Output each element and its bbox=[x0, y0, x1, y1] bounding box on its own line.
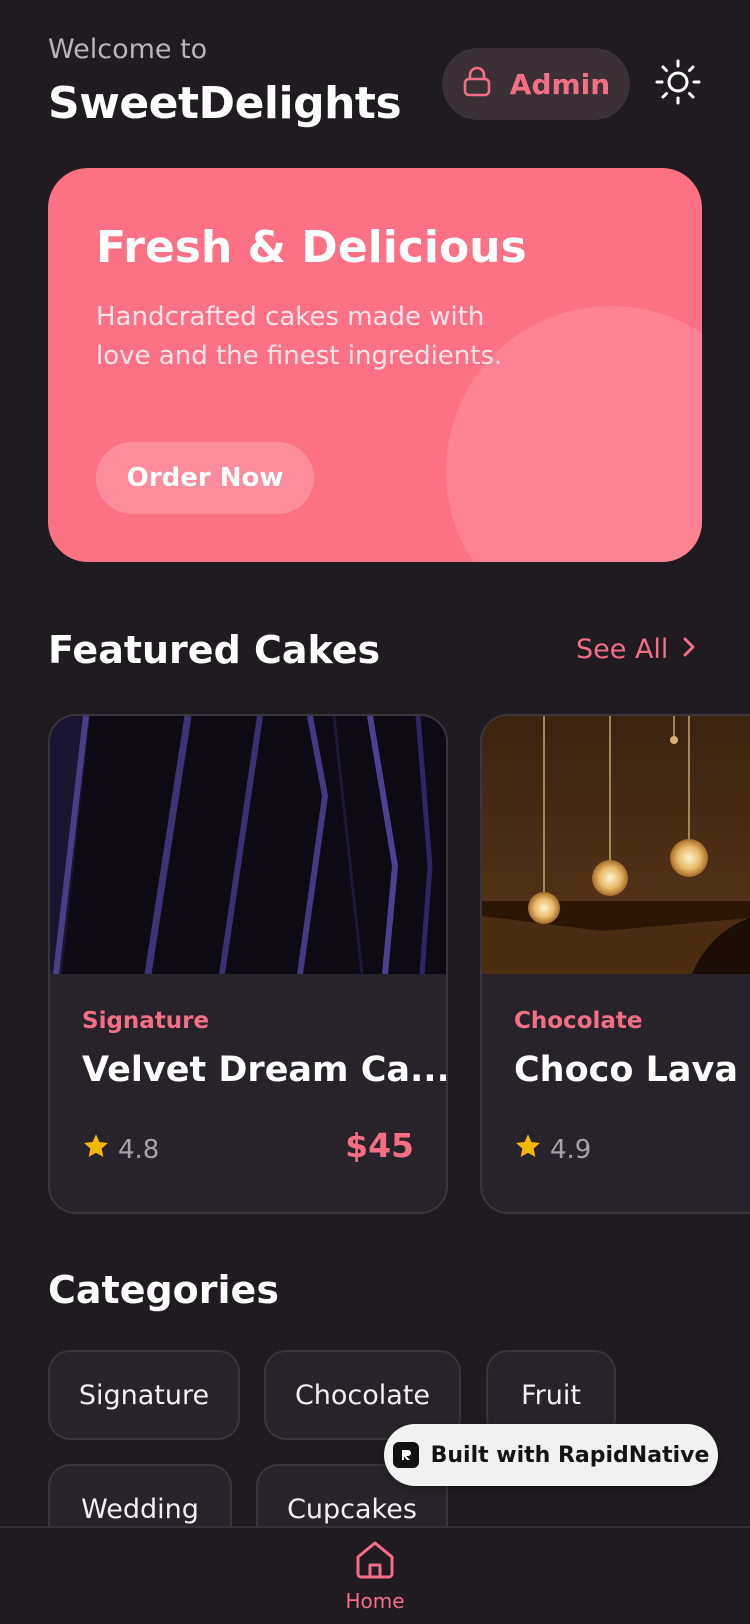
see-all-label: See All bbox=[576, 634, 669, 665]
order-now-button[interactable]: Order Now bbox=[96, 442, 314, 514]
categories-section-title: Categories bbox=[48, 1268, 279, 1312]
star-icon bbox=[82, 1132, 110, 1167]
featured-section-title: Featured Cakes bbox=[48, 628, 381, 672]
lock-icon bbox=[462, 65, 492, 104]
category-chip-signature[interactable]: Signature bbox=[48, 1350, 240, 1440]
star-icon bbox=[514, 1132, 542, 1167]
cake-card[interactable]: Signature Velvet Dream Ca... 4.8 $45 bbox=[48, 714, 448, 1214]
cake-category: Chocolate bbox=[514, 1008, 643, 1034]
chevron-right-icon bbox=[682, 634, 696, 665]
app-title: SweetDelights bbox=[48, 78, 402, 129]
built-with-label: Built with RapidNative bbox=[430, 1442, 710, 1468]
built-with-badge[interactable]: Built with RapidNative bbox=[384, 1424, 718, 1486]
hero-title: Fresh & Delicious bbox=[96, 222, 527, 273]
nav-item-home[interactable]: Home bbox=[330, 1538, 420, 1613]
hero-subtitle: Handcrafted cakes made with love and the… bbox=[96, 302, 503, 371]
see-all-link[interactable]: See All bbox=[576, 634, 696, 665]
cake-price: $45 bbox=[345, 1126, 414, 1165]
admin-label: Admin bbox=[509, 67, 611, 101]
rating-value: 4.9 bbox=[550, 1134, 592, 1165]
cake-image bbox=[50, 716, 446, 975]
welcome-text: Welcome to bbox=[48, 34, 208, 65]
rapidnative-logo-icon bbox=[392, 1442, 419, 1468]
cake-rating: 4.9 bbox=[514, 1132, 591, 1167]
rating-value: 4.8 bbox=[118, 1134, 160, 1165]
cake-rating: 4.8 bbox=[82, 1132, 159, 1167]
cake-name: Choco Lava D bbox=[514, 1050, 750, 1090]
nav-home-label: Home bbox=[345, 1589, 405, 1613]
theme-toggle-button[interactable] bbox=[654, 59, 702, 109]
cake-card[interactable]: Chocolate Choco Lava D 4.9 bbox=[480, 714, 750, 1214]
cake-image bbox=[482, 716, 750, 974]
admin-button[interactable]: Admin bbox=[442, 48, 630, 120]
hero-banner: Fresh & Delicious Handcrafted cakes made… bbox=[48, 168, 702, 562]
sun-icon bbox=[655, 59, 701, 109]
bottom-navigation: Home bbox=[0, 1526, 750, 1624]
home-icon bbox=[353, 1538, 397, 1587]
cake-category: Signature bbox=[82, 1008, 210, 1034]
cake-name: Velvet Dream Ca... bbox=[82, 1050, 448, 1090]
